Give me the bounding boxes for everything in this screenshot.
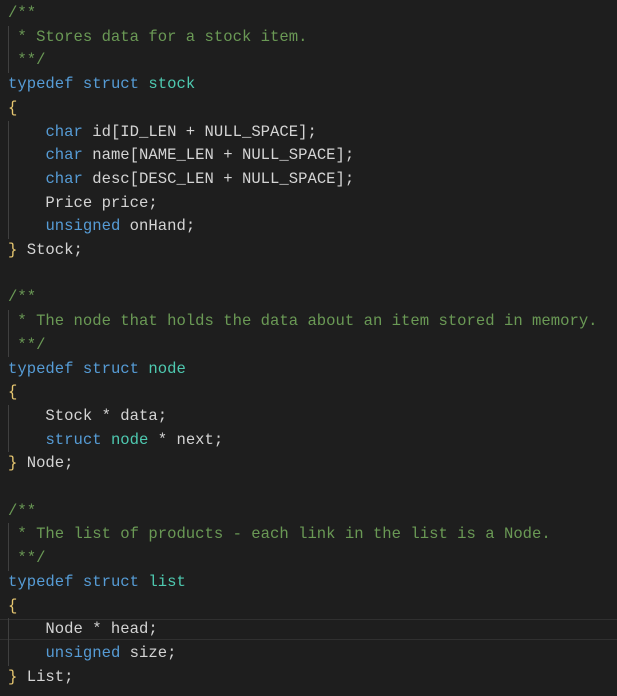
code-text: name[NAME_LEN + NULL_SPACE]; bbox=[82, 146, 355, 165]
code-text: Price price; bbox=[8, 193, 158, 212]
type-name: node bbox=[110, 430, 149, 449]
code-line[interactable]: **/ bbox=[8, 334, 45, 358]
code-editor[interactable]: /** * Stores data for a stock item. **/ t… bbox=[0, 0, 617, 696]
code-line[interactable]: /** bbox=[8, 286, 36, 310]
brace: { bbox=[8, 596, 18, 615]
brace: { bbox=[8, 98, 18, 117]
code-text: Node; bbox=[17, 454, 74, 473]
code-text: Stock * data; bbox=[8, 406, 168, 425]
type-name: node bbox=[148, 359, 186, 378]
keyword: char bbox=[45, 146, 83, 165]
keyword: char bbox=[45, 122, 83, 141]
code-line[interactable]: typedef struct stock bbox=[8, 73, 195, 97]
keyword: struct bbox=[82, 75, 140, 94]
comment: * The node that holds the data about an … bbox=[8, 312, 598, 331]
keyword: typedef bbox=[8, 75, 74, 94]
code-text: List; bbox=[17, 667, 74, 686]
code-text: size; bbox=[120, 643, 177, 662]
code-line[interactable]: unsigned size; bbox=[8, 642, 176, 666]
code-line[interactable]: /** bbox=[8, 2, 36, 26]
keyword: struct bbox=[82, 359, 140, 378]
keyword: unsigned bbox=[45, 217, 121, 236]
code-line[interactable]: Node * head; bbox=[8, 618, 158, 642]
code-line[interactable]: { bbox=[8, 97, 17, 121]
keyword: typedef bbox=[8, 572, 74, 591]
code-text: id[ID_LEN + NULL_SPACE]; bbox=[82, 122, 317, 141]
code-line[interactable]: **/ bbox=[8, 49, 45, 73]
comment: **/ bbox=[8, 549, 46, 568]
comment: **/ bbox=[8, 335, 46, 354]
code-line[interactable]: /** bbox=[8, 500, 36, 524]
brace: } bbox=[8, 241, 18, 259]
comment: * Stores data for a stock item. bbox=[8, 27, 308, 46]
type-name: stock bbox=[148, 75, 196, 94]
code-text: Stock; bbox=[17, 241, 83, 259]
type-name: list bbox=[148, 572, 186, 591]
code-text: * next; bbox=[148, 430, 224, 449]
code-line[interactable]: unsigned onHand; bbox=[8, 215, 195, 239]
brace: } bbox=[8, 667, 18, 686]
code-line[interactable]: { bbox=[8, 595, 17, 619]
code-line[interactable]: typedef struct list bbox=[8, 571, 186, 595]
code-line[interactable]: * The list of products - each link in th… bbox=[8, 523, 551, 547]
keyword: unsigned bbox=[45, 643, 121, 662]
code-line[interactable]: typedef struct node bbox=[8, 358, 186, 382]
code-line[interactable]: struct node * next; bbox=[8, 429, 223, 453]
comment: /** bbox=[8, 501, 37, 520]
code-line[interactable]: } Stock; bbox=[8, 239, 83, 263]
keyword: typedef bbox=[8, 359, 74, 378]
comment: /** bbox=[8, 4, 37, 22]
code-line[interactable]: { bbox=[8, 381, 17, 405]
comment: /** bbox=[8, 288, 37, 307]
keyword: struct bbox=[82, 572, 140, 591]
code-line[interactable]: * Stores data for a stock item. bbox=[8, 26, 307, 50]
keyword: struct bbox=[45, 430, 102, 449]
code-line[interactable]: char desc[DESC_LEN + NULL_SPACE]; bbox=[8, 168, 354, 192]
code-text: desc[DESC_LEN + NULL_SPACE]; bbox=[82, 169, 355, 188]
code-line[interactable]: Price price; bbox=[8, 192, 158, 216]
code-line[interactable]: **/ bbox=[8, 547, 45, 571]
code-line[interactable]: } Node; bbox=[8, 452, 74, 476]
code-line[interactable]: char name[NAME_LEN + NULL_SPACE]; bbox=[8, 144, 354, 168]
brace: { bbox=[8, 383, 18, 402]
code-line[interactable]: Stock * data; bbox=[8, 405, 167, 429]
keyword: char bbox=[45, 169, 83, 188]
code-line[interactable]: * The node that holds the data about an … bbox=[8, 310, 598, 334]
code-text: onHand; bbox=[120, 217, 196, 236]
brace: } bbox=[8, 454, 18, 473]
code-line[interactable]: } List; bbox=[8, 666, 74, 690]
comment: * The list of products - each link in th… bbox=[8, 525, 551, 544]
code-text: Node * head; bbox=[8, 620, 158, 639]
code-line[interactable]: char id[ID_LEN + NULL_SPACE]; bbox=[8, 121, 317, 145]
comment: **/ bbox=[8, 51, 46, 70]
